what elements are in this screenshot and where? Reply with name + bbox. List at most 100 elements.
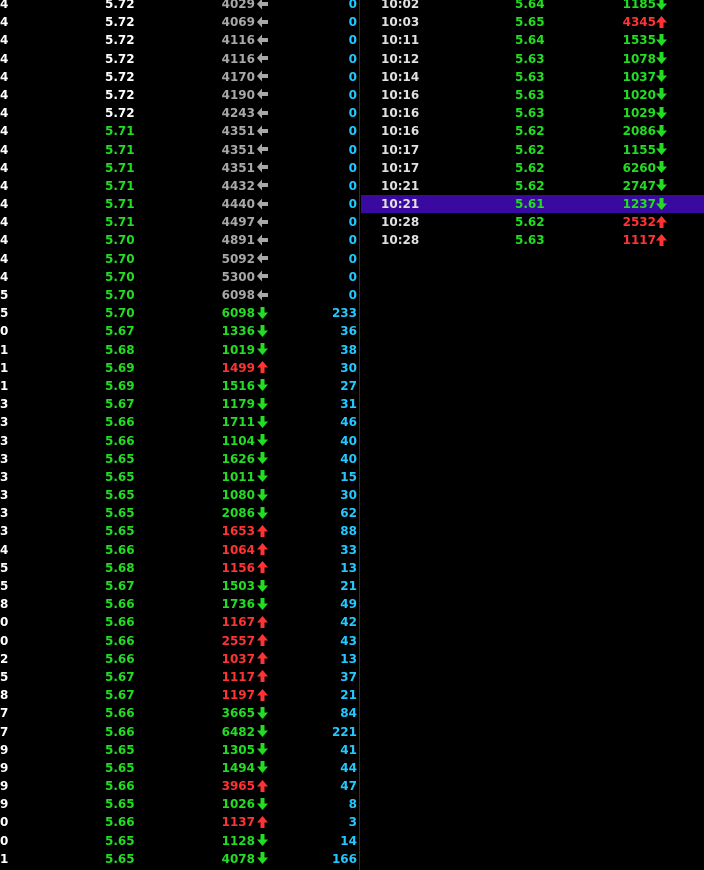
tick-row[interactable]: 4 5.71 4497 0 [0,213,359,231]
tick-row[interactable]: 0 5.66 1137 3 [0,813,359,831]
tick-row[interactable]: 4 5.71 4351 0 [0,122,359,140]
tick-volume: 4351 [221,124,255,139]
arrow-up-icon [256,522,268,540]
tick-count: 0 [348,106,357,121]
tick-row[interactable]: 3 5.65 1653 88 [0,522,359,540]
tick-row[interactable]: 0 5.65 1128 14 [0,832,359,850]
tick-row[interactable]: 10:16 5.63 1020 [361,86,704,104]
tick-volume: 6098 [221,306,255,321]
tick-row[interactable]: 4 5.72 4069 0 [0,13,359,31]
tick-row[interactable]: 3 5.65 1080 30 [0,486,359,504]
tick-row[interactable]: 3 5.65 1011 15 [0,468,359,486]
tick-volume: 2557 [221,633,255,648]
tick-row[interactable]: 10:28 5.62 2532 [361,213,704,231]
tick-row[interactable]: 9 5.66 3965 47 [0,777,359,795]
tick-volume: 4243 [221,106,255,121]
tick-row[interactable]: 4 5.72 4029 0 [0,0,359,13]
tick-minute: 4 [0,124,8,139]
tick-row[interactable]: 10:17 5.62 6260 [361,159,704,177]
tick-row[interactable]: 4 5.71 4440 0 [0,195,359,213]
tick-row[interactable]: 4 5.70 5092 0 [0,250,359,268]
tick-row-selected[interactable]: 10:21 5.61 1237 [361,195,704,214]
tick-row[interactable]: 8 5.67 1197 21 [0,686,359,704]
tick-volume: 4029 [221,0,255,11]
tick-row[interactable]: 1 5.69 1516 27 [0,377,359,395]
tick-volume: 1029 [622,106,656,121]
tick-row[interactable]: 10:11 5.64 1535 [361,31,704,49]
tick-row[interactable]: 0 5.66 1167 42 [0,613,359,631]
tick-volume: 1117 [221,669,255,684]
tick-time: 10:17 [381,142,420,157]
tick-row[interactable]: 3 5.67 1179 31 [0,395,359,413]
tick-price: 5.66 [105,779,135,794]
tick-row[interactable]: 10:16 5.62 2086 [361,122,704,140]
tick-row[interactable]: 5 5.67 1503 21 [0,577,359,595]
tick-row[interactable]: 3 5.66 1104 40 [0,432,359,450]
tick-row[interactable]: 10:17 5.62 1155 [361,141,704,159]
tick-minute: 4 [0,33,8,48]
tick-time: 10:28 [381,233,420,248]
tick-price: 5.70 [105,269,135,284]
tick-row[interactable]: 10:21 5.62 2747 [361,177,704,195]
tick-row[interactable]: 9 5.65 1305 41 [0,741,359,759]
tick-row[interactable]: 4 5.70 4891 0 [0,231,359,249]
tick-row[interactable]: 0 5.67 1336 36 [0,322,359,340]
tick-time: 10:02 [381,0,420,11]
tick-row[interactable]: 8 5.66 1736 49 [0,595,359,613]
arrow-down-icon [655,50,667,68]
tick-row[interactable]: 5 5.68 1156 13 [0,559,359,577]
tick-row[interactable]: 1 5.69 1499 30 [0,359,359,377]
tick-count: 0 [348,178,357,193]
tick-volume: 4351 [221,160,255,175]
tick-row[interactable]: 9 5.65 1026 8 [0,795,359,813]
tick-row[interactable]: 10:14 5.63 1037 [361,68,704,86]
tick-row[interactable]: 10:16 5.63 1029 [361,104,704,122]
tick-minute: 3 [0,488,8,503]
tick-row[interactable]: 10:02 5.64 1185 [361,0,704,13]
tick-volume: 1179 [221,397,255,412]
tick-row[interactable]: 4 5.72 4243 0 [0,104,359,122]
tick-row[interactable]: 4 5.72 4116 0 [0,50,359,68]
tick-row[interactable]: 5 5.70 6098 233 [0,304,359,322]
tick-row[interactable]: 3 5.65 2086 62 [0,504,359,522]
tick-count: 0 [348,87,357,102]
tick-row[interactable]: 4 5.72 4190 0 [0,86,359,104]
tick-row[interactable]: 2 5.66 1037 13 [0,650,359,668]
tick-price: 5.62 [515,178,545,193]
tick-minute: 1 [0,342,8,357]
tick-count: 0 [348,233,357,248]
tick-row[interactable]: 7 5.66 3665 84 [0,704,359,722]
tick-row[interactable]: 4 5.72 4116 0 [0,31,359,49]
tick-row[interactable]: 4 5.72 4170 0 [0,68,359,86]
tick-list-right[interactable]: 10:02 5.64 1185 10:03 5.65 4345 10:11 5.64 1535 1… [361,0,704,250]
tick-row[interactable]: 7 5.66 6482 221 [0,723,359,741]
tick-row[interactable]: 9 5.65 1494 44 [0,759,359,777]
tick-row[interactable]: 3 5.66 1711 46 [0,413,359,431]
tick-list-left[interactable]: 4 5.72 4029 0 4 5.72 4069 0 4 5.72 4116 0 4 5.72 4116 0… [0,0,359,868]
tick-price: 5.65 [105,833,135,848]
arrow-up-icon [256,650,268,668]
tick-volume: 1626 [221,451,255,466]
tick-row[interactable]: 3 5.65 1626 40 [0,450,359,468]
tick-row[interactable]: 10:28 5.63 1117 [361,231,704,249]
tick-price: 5.69 [105,360,135,375]
tick-count: 33 [340,542,357,557]
tick-row[interactable]: 1 5.65 4078 166 [0,850,359,868]
tick-count: 8 [348,797,357,812]
tick-row[interactable]: 1 5.68 1019 38 [0,341,359,359]
tick-row[interactable]: 4 5.70 5300 0 [0,268,359,286]
tick-row[interactable]: 4 5.71 4432 0 [0,177,359,195]
tick-row[interactable]: 0 5.66 2557 43 [0,632,359,650]
tick-row[interactable]: 4 5.71 4351 0 [0,141,359,159]
tick-row[interactable]: 5 5.70 6098 0 [0,286,359,304]
tick-volume: 4069 [221,15,255,30]
tick-row[interactable]: 4 5.66 1064 33 [0,541,359,559]
tick-row[interactable]: 4 5.71 4351 0 [0,159,359,177]
tick-row[interactable]: 10:03 5.65 4345 [361,13,704,31]
tick-row[interactable]: 10:12 5.63 1078 [361,50,704,68]
tick-row[interactable]: 5 5.67 1117 37 [0,668,359,686]
tick-price: 5.64 [515,33,545,48]
tick-volume: 4891 [221,233,255,248]
tick-count: 49 [340,597,357,612]
tick-price: 5.72 [105,87,135,102]
